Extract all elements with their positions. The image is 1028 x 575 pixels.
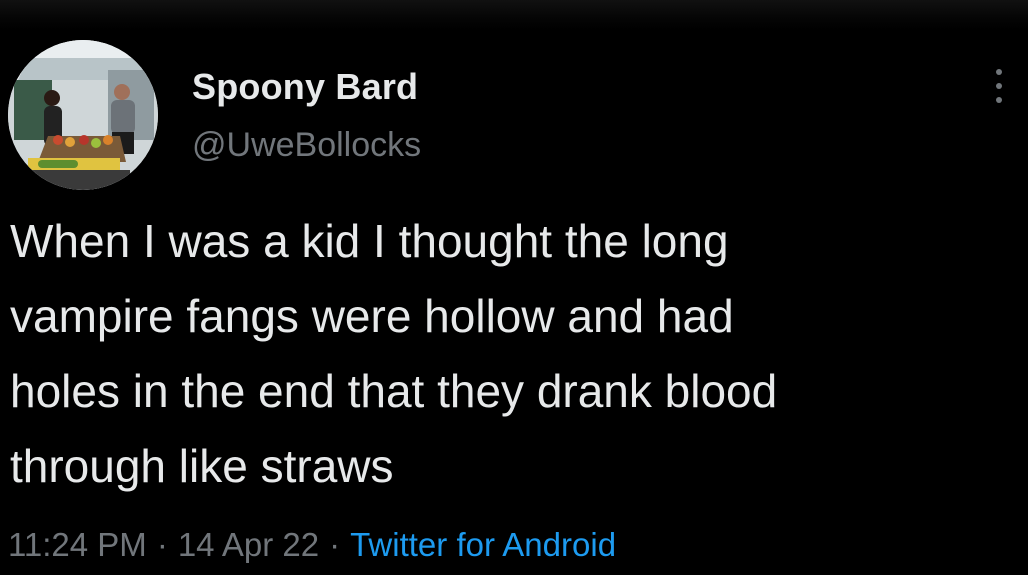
separator-dot: · [156, 526, 168, 563]
tweet-text: When I was a kid I thought the long vamp… [10, 215, 778, 492]
status-bar-strip [0, 0, 1028, 30]
tweet-date[interactable]: 14 Apr 22 [178, 526, 319, 563]
tweet-source-link[interactable]: Twitter for Android [350, 526, 616, 563]
more-options-button[interactable] [984, 64, 1014, 108]
tweet-metadata: 11:24 PM · 14 Apr 22 · Twitter for Android [8, 526, 616, 564]
author-display-name[interactable]: Spoony Bard [192, 66, 418, 108]
more-vertical-icon [996, 69, 1002, 103]
separator-dot: · [329, 526, 341, 563]
tweet-time[interactable]: 11:24 PM [8, 526, 147, 563]
avatar-photo [8, 40, 158, 190]
author-handle[interactable]: @UweBollocks [192, 126, 421, 165]
avatar[interactable] [8, 40, 158, 190]
